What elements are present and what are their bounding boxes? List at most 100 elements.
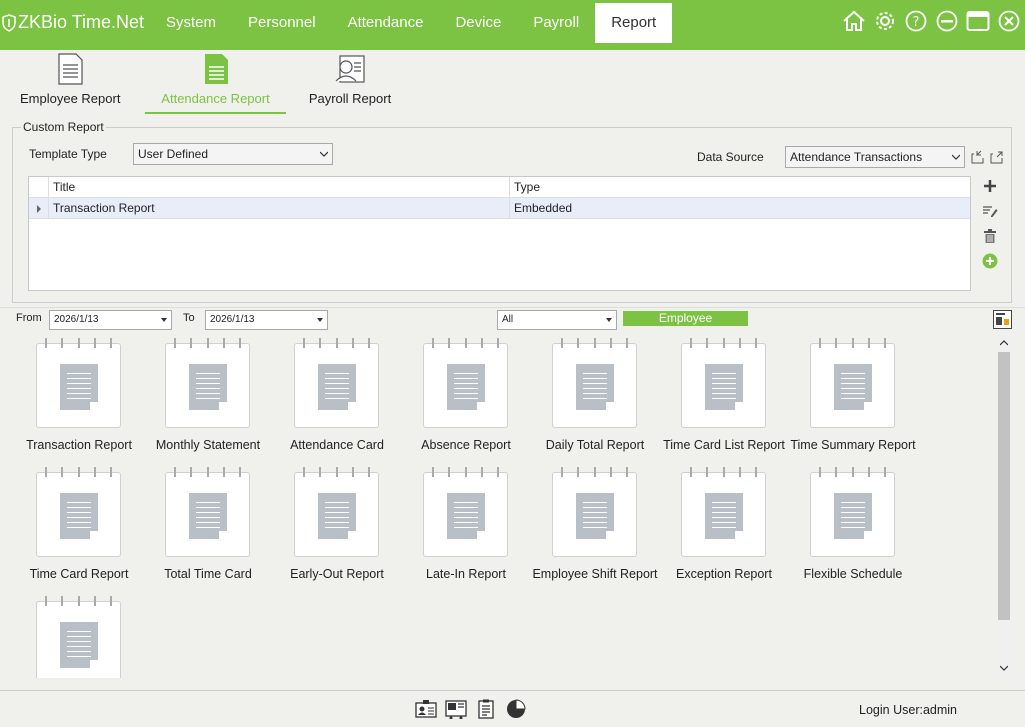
- pie-chart-icon[interactable]: [505, 699, 527, 719]
- report-tile[interactable]: Time Card Report: [14, 464, 144, 589]
- report-tile[interactable]: Daily Total Report: [530, 335, 660, 460]
- subnav-label: Payroll Report: [308, 91, 392, 106]
- chevron-down-icon: [320, 151, 328, 157]
- caret-down-icon: [606, 318, 612, 322]
- report-tile[interactable]: Employee Shift Report: [530, 464, 660, 589]
- binder-rings: [174, 338, 241, 348]
- import-icon[interactable]: [971, 150, 985, 164]
- cell-type: Embedded: [509, 198, 970, 219]
- nav-device[interactable]: Device: [439, 3, 517, 43]
- subnav-attendance-report[interactable]: Attendance Report: [145, 50, 286, 114]
- report-tile[interactable]: Flexible Schedule: [788, 464, 918, 589]
- report-tiles: Transaction Report Monthly Statement Atten…: [14, 335, 994, 678]
- document-icon: [58, 53, 83, 85]
- minimize-icon[interactable]: [934, 8, 959, 33]
- binder-rings: [561, 467, 628, 477]
- report-tile-label: Time Card List Report: [663, 438, 785, 452]
- report-card: [552, 467, 637, 557]
- nav-payroll[interactable]: Payroll: [517, 3, 595, 43]
- gear-icon[interactable]: [872, 8, 897, 33]
- to-date-picker[interactable]: 2026/1/13: [205, 310, 328, 330]
- report-tile[interactable]: Time Card List Report: [659, 335, 789, 460]
- report-tile[interactable]: Attendance Card: [272, 335, 402, 460]
- scroll-down-icon[interactable]: [1000, 664, 1008, 672]
- scrollbar-thumb[interactable]: [998, 352, 1010, 620]
- to-label: To: [183, 312, 195, 324]
- export-icon[interactable]: [990, 150, 1004, 164]
- report-document-icon: [447, 364, 485, 410]
- binder-rings: [432, 467, 499, 477]
- report-tile[interactable]: Time Summary Report: [788, 335, 918, 460]
- report-document-icon: [705, 493, 743, 539]
- employee-button[interactable]: Employee: [623, 311, 748, 326]
- report-tile-label: Attendance Card: [290, 438, 384, 452]
- report-document-icon: [576, 493, 614, 539]
- nav-personnel[interactable]: Personnel: [232, 3, 332, 43]
- clipboard-icon[interactable]: [475, 699, 497, 719]
- logo-text: Bio Time.Net: [41, 12, 145, 32]
- window-controls: ?: [841, 8, 1021, 33]
- report-tile[interactable]: [14, 593, 144, 678]
- template-type-label: Template Type: [29, 147, 107, 161]
- report-tile[interactable]: Total Time Card: [143, 464, 273, 589]
- login-user: Login User:admin: [859, 703, 957, 717]
- table-row[interactable]: Transaction Report Embedded: [29, 198, 970, 219]
- report-card: [423, 467, 508, 557]
- home-icon[interactable]: [841, 8, 866, 33]
- report-type-bar: Employee Report Attendance Report Payrol…: [0, 50, 1025, 116]
- nav-system[interactable]: System: [150, 3, 232, 43]
- report-tile-label: Time Summary Report: [790, 438, 916, 452]
- layout-toggle-icon[interactable]: [993, 310, 1012, 329]
- report-card: [810, 338, 895, 428]
- maximize-icon[interactable]: [965, 8, 990, 33]
- device-icon[interactable]: [445, 699, 467, 719]
- chevron-down-icon: [952, 154, 960, 160]
- report-tile-label: Late-In Report: [426, 567, 506, 581]
- nav-attendance[interactable]: Attendance: [332, 3, 440, 43]
- data-source-select[interactable]: Attendance Transactions: [785, 146, 965, 168]
- report-document-icon: [318, 364, 356, 410]
- subnav-payroll-report[interactable]: Payroll Report: [305, 50, 395, 114]
- report-card: [681, 467, 766, 557]
- report-card: [165, 338, 250, 428]
- template-type-value: User Defined: [138, 147, 209, 161]
- report-tile-label: Employee Shift Report: [532, 567, 658, 581]
- scroll-up-icon[interactable]: [1000, 339, 1008, 347]
- svg-text:?: ?: [912, 15, 919, 30]
- report-tile-label: Exception Report: [676, 567, 772, 581]
- subnav-employee-report[interactable]: Employee Report: [20, 50, 120, 114]
- payroll-icon: [335, 55, 365, 83]
- shield-logo-icon: [2, 13, 16, 32]
- binder-rings: [174, 467, 241, 477]
- report-tile[interactable]: Transaction Report: [14, 335, 144, 460]
- report-tile-label: Absence Report: [421, 438, 511, 452]
- close-icon[interactable]: [996, 8, 1021, 33]
- from-date-picker[interactable]: 2026/1/13: [49, 310, 172, 330]
- report-tile[interactable]: Exception Report: [659, 464, 789, 589]
- binder-rings: [819, 467, 886, 477]
- binder-rings: [561, 338, 628, 348]
- column-type[interactable]: Type: [509, 177, 970, 198]
- vertical-scrollbar[interactable]: [996, 334, 1012, 677]
- row-pointer-icon: [37, 205, 41, 213]
- template-type-select[interactable]: User Defined: [133, 143, 333, 165]
- subnav-label: Attendance Report: [161, 91, 270, 106]
- report-tile[interactable]: Absence Report: [401, 335, 531, 460]
- nav-report[interactable]: Report: [595, 3, 673, 43]
- help-icon[interactable]: ?: [903, 8, 928, 33]
- add-icon[interactable]: [982, 178, 998, 194]
- edit-icon[interactable]: [982, 203, 998, 219]
- report-tile[interactable]: Late-In Report: [401, 464, 531, 589]
- report-tile[interactable]: Early-Out Report: [272, 464, 402, 589]
- add-circle-icon[interactable]: [982, 253, 998, 269]
- id-card-icon[interactable]: [415, 699, 437, 719]
- report-card: [810, 467, 895, 557]
- report-tile[interactable]: Monthly Statement: [143, 335, 273, 460]
- column-title[interactable]: Title: [48, 177, 509, 198]
- scope-select[interactable]: All: [497, 310, 617, 330]
- binder-rings: [45, 596, 112, 606]
- trash-icon[interactable]: [982, 228, 998, 244]
- binder-rings: [432, 338, 499, 348]
- top-bar: ZK Bio Time.Net System Personnel Attendan…: [0, 0, 1025, 50]
- table-header: Title Type: [29, 177, 970, 198]
